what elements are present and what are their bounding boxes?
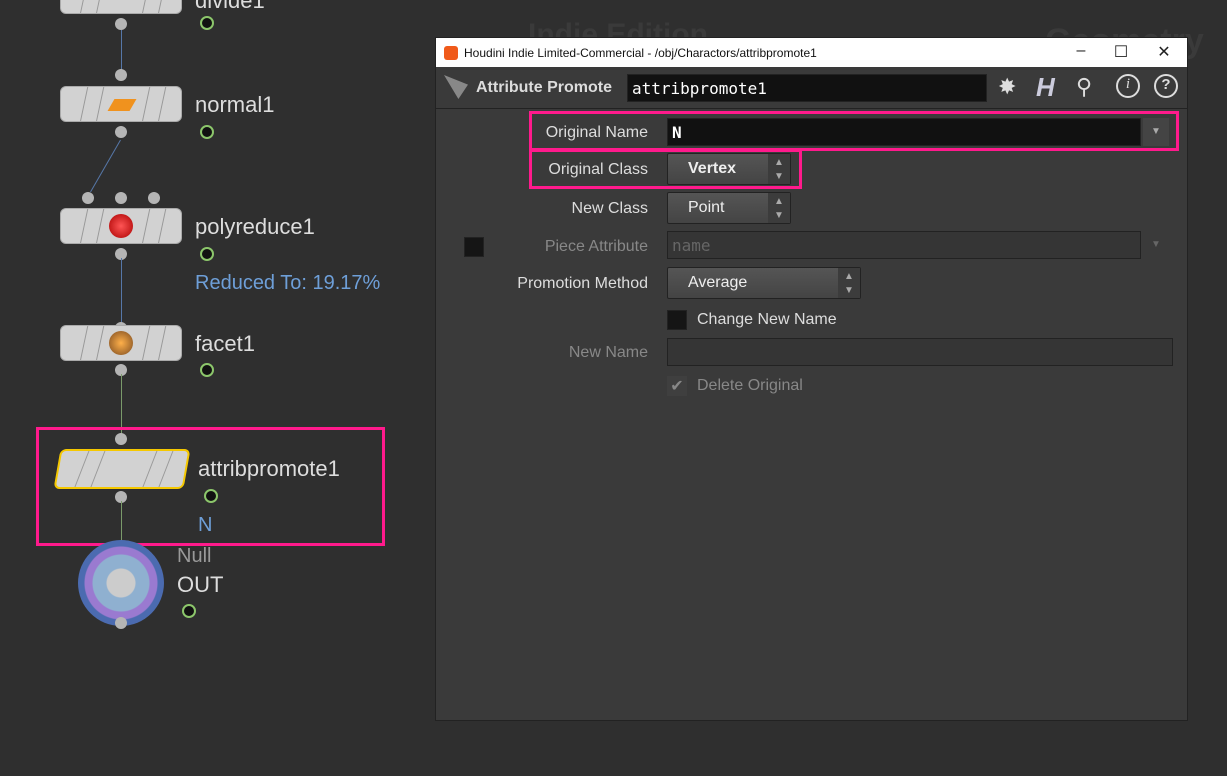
highlight-node bbox=[36, 427, 385, 546]
new-class-menu[interactable]: Point ▲ ▼ bbox=[667, 192, 791, 224]
search-icon[interactable]: ⚲ bbox=[1076, 74, 1092, 100]
node-label: divide1 bbox=[195, 0, 265, 13]
node-polyreduce1[interactable] bbox=[60, 208, 182, 244]
node-type-label: Attribute Promote bbox=[476, 79, 612, 96]
facet-icon bbox=[109, 331, 133, 355]
promotion-method-menu[interactable]: Average ▲ ▼ bbox=[667, 267, 861, 299]
node-type-label: Null bbox=[177, 545, 212, 567]
info-icon[interactable]: i bbox=[1116, 74, 1140, 98]
node-normal1[interactable] bbox=[60, 86, 182, 122]
delete-original-label: Delete Original bbox=[697, 377, 803, 394]
clock-icon bbox=[200, 125, 214, 139]
delete-original-checkbox[interactable]: ✔ bbox=[667, 376, 687, 396]
new-class-label: New Class bbox=[571, 200, 648, 217]
node-label: OUT bbox=[177, 572, 224, 597]
updown-arrow-icon: ▲ ▼ bbox=[768, 193, 790, 223]
parameter-toolbar: Attribute Promote attribpromote1 ✸ H ⚲ i… bbox=[436, 67, 1187, 109]
node-facet1[interactable] bbox=[60, 325, 182, 361]
node-info: Reduced To: 19.17% bbox=[195, 272, 381, 294]
houdini-logo-icon bbox=[444, 45, 458, 60]
title-bar: Houdini Indie Limited-Commercial - /obj/… bbox=[436, 38, 1187, 67]
parameter-window: Houdini Indie Limited-Commercial - /obj/… bbox=[435, 37, 1188, 721]
piece-attribute-input[interactable]: name bbox=[667, 231, 1141, 259]
gear-icon[interactable]: ✸ bbox=[998, 74, 1016, 100]
minimize-button[interactable]: – bbox=[1066, 42, 1096, 60]
highlight-original-name bbox=[529, 111, 1179, 151]
window-title: Houdini Indie Limited-Commercial - /obj/… bbox=[464, 45, 817, 60]
question-icon[interactable]: ? bbox=[1154, 74, 1178, 98]
promotion-method-label: Promotion Method bbox=[517, 275, 648, 292]
highlight-original-class bbox=[529, 149, 802, 189]
close-button[interactable]: ✕ bbox=[1149, 42, 1179, 62]
normal-icon bbox=[107, 99, 137, 111]
updown-arrow-icon: ▲ ▼ bbox=[838, 268, 860, 298]
node-divide1[interactable] bbox=[60, 0, 182, 14]
null-node-out[interactable] bbox=[78, 540, 164, 626]
output-connector[interactable] bbox=[115, 18, 127, 30]
menu-value: Average bbox=[688, 274, 748, 291]
change-new-name-checkbox[interactable] bbox=[667, 310, 687, 330]
polyreduce-icon bbox=[109, 214, 133, 238]
node-label: polyreduce1 bbox=[195, 214, 315, 239]
node-label: normal1 bbox=[195, 92, 275, 117]
input-connector[interactable] bbox=[115, 69, 127, 81]
change-new-name-label: Change New Name bbox=[697, 311, 837, 328]
clock-icon bbox=[200, 247, 214, 261]
clock-icon bbox=[200, 16, 214, 30]
output-connector[interactable] bbox=[115, 126, 127, 138]
piece-attribute-label: Piece Attribute bbox=[544, 238, 648, 255]
attribute-promote-icon bbox=[444, 75, 468, 99]
new-name-input[interactable] bbox=[667, 338, 1173, 366]
maximize-button[interactable]: ☐ bbox=[1106, 42, 1136, 62]
piece-attribute-dropdown[interactable]: ▼ bbox=[1143, 231, 1169, 259]
menu-value: Point bbox=[688, 199, 725, 216]
node-name-input[interactable]: attribpromote1 bbox=[627, 74, 987, 102]
clock-icon bbox=[200, 363, 214, 377]
new-name-label: New Name bbox=[568, 344, 648, 361]
help-h-icon[interactable]: H bbox=[1036, 72, 1055, 103]
node-label: facet1 bbox=[195, 331, 255, 356]
clock-icon bbox=[182, 604, 196, 618]
